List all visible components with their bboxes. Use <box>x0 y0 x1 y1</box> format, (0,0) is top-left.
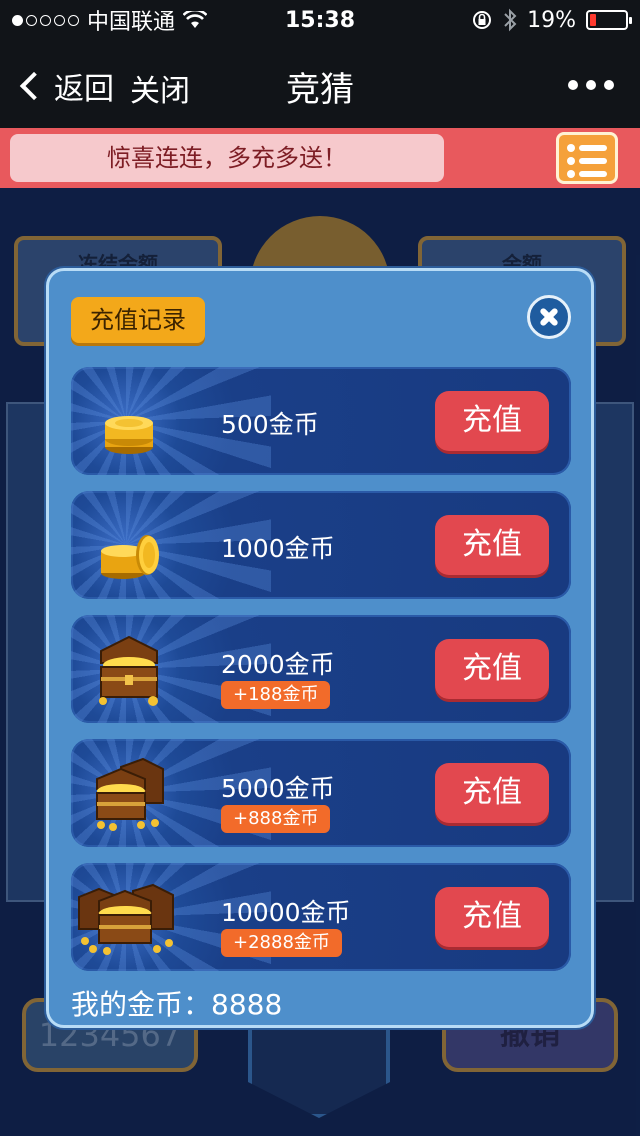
promo-banner: 惊喜连连，多充多送！ <box>0 128 640 188</box>
package-amount: 5000金币 <box>221 774 335 803</box>
my-coins-value: 8888 <box>211 988 283 1021</box>
my-coins: 我的金币：8888 <box>71 983 282 1023</box>
recharge-button-2000[interactable]: 充值 <box>435 639 549 699</box>
recharge-button-500[interactable]: 充值 <box>435 391 549 451</box>
package-5000: 5000金币 +888金币 充值 <box>71 739 571 847</box>
package-10000: 10000金币 +2888金币 充值 <box>71 863 571 971</box>
wifi-icon <box>183 11 208 28</box>
bonus-badge: +888金币 <box>221 805 331 833</box>
close-page-button[interactable]: 关闭 <box>130 66 190 110</box>
battery-icon <box>586 10 632 30</box>
more-menu-icon[interactable] <box>568 80 614 90</box>
battery-percent: 19% <box>527 7 576 33</box>
nav-bar: 返回 关闭 竞猜 <box>0 40 640 128</box>
my-coins-label: 我的金币： <box>71 988 212 1021</box>
package-amount: 10000金币 <box>221 898 351 927</box>
back-button[interactable]: 返回 <box>18 64 114 108</box>
treasure-chest-icon <box>99 635 158 706</box>
back-label: 返回 <box>54 72 114 107</box>
coin-stack-icon <box>101 535 159 579</box>
package-2000: 2000金币 +188金币 充值 <box>71 615 571 723</box>
treasure-chests-large-icon <box>78 883 174 955</box>
package-amount: 500金币 <box>221 410 319 439</box>
bluetooth-icon <box>504 8 517 32</box>
package-1000: 1000金币 充值 <box>71 491 571 599</box>
bonus-badge: +188金币 <box>221 681 331 709</box>
coin-stack-small-icon <box>105 416 153 454</box>
recharge-modal: 充值记录 500金币 充值 1000金币 充值 2000金币 +188金币 充值… <box>46 268 594 1028</box>
recharge-records-button[interactable]: 充值记录 <box>71 297 205 343</box>
recharge-button-10000[interactable]: 充值 <box>435 887 549 947</box>
rotation-lock-icon <box>473 11 492 29</box>
close-icon[interactable] <box>527 295 571 339</box>
recharge-button-5000[interactable]: 充值 <box>435 763 549 823</box>
recharge-button-1000[interactable]: 充值 <box>435 515 549 575</box>
carrier-label: 中国联通 <box>87 10 176 35</box>
battery-level <box>590 14 596 26</box>
package-500: 500金币 充值 <box>71 367 571 475</box>
treasure-chests-icon <box>96 757 164 831</box>
package-amount: 1000金币 <box>221 534 335 563</box>
package-amount: 2000金币 <box>221 650 335 679</box>
promo-text: 惊喜连连，多充多送！ <box>10 134 444 182</box>
status-bar: 中国联通 15:38 19% <box>0 0 640 40</box>
chevron-left-icon <box>19 71 49 101</box>
bonus-badge: +2888金币 <box>221 929 342 957</box>
list-menu-button[interactable] <box>556 132 618 184</box>
signal-strength-icon <box>12 14 79 26</box>
